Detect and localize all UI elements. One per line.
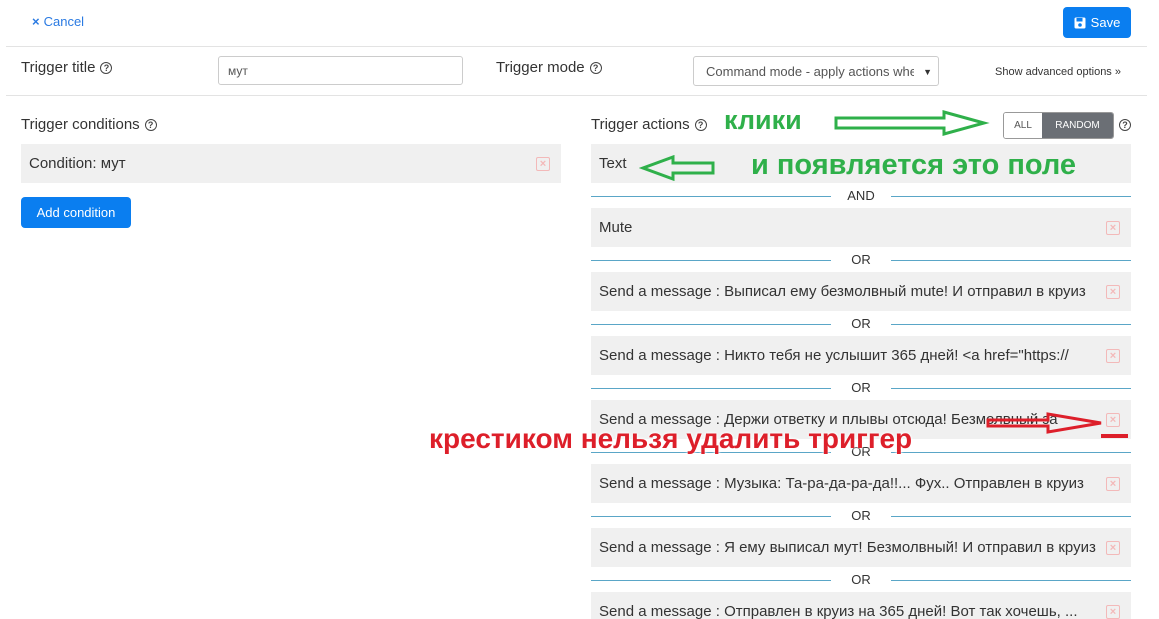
help-icon[interactable]: ? — [589, 61, 602, 74]
remove-icon[interactable]: × — [1106, 349, 1120, 363]
action-label: Send a message : Выписал ему безмолвный … — [599, 283, 1086, 300]
action-label: Send a message : Никто тебя не услышит 3… — [599, 347, 1069, 364]
help-icon[interactable]: ? — [144, 118, 157, 131]
trigger-conditions-text: Trigger conditions — [21, 116, 140, 133]
cancel-label: Cancel — [43, 14, 85, 29]
red-underline — [1101, 434, 1128, 438]
add-condition-button[interactable]: Add condition — [21, 197, 131, 228]
action-item[interactable]: Send a message : Я ему выписал мут! Безм… — [591, 528, 1131, 567]
separator-line — [891, 516, 1131, 517]
remove-icon[interactable]: × — [536, 157, 550, 171]
close-icon: × — [32, 14, 40, 29]
trigger-mode-label: Trigger mode ? — [496, 59, 602, 76]
save-label: Save — [1090, 15, 1121, 30]
show-advanced-options-link[interactable]: Show advanced options » — [995, 66, 1121, 78]
divider — [6, 46, 1147, 47]
cancel-link[interactable]: × Cancel — [32, 14, 84, 29]
or-separator: OR — [591, 252, 1131, 268]
or-separator: OR — [591, 380, 1131, 396]
separator-label: OR — [851, 508, 871, 523]
separator-line — [891, 452, 1131, 453]
separator-label: OR — [851, 316, 871, 331]
separator-label: OR — [851, 572, 871, 587]
remove-icon[interactable]: × — [1106, 413, 1120, 427]
trigger-actions-text: Trigger actions — [591, 116, 690, 133]
floppy-disk-icon — [1074, 17, 1086, 28]
and-separator: AND — [591, 188, 1131, 204]
trigger-actions-label: Trigger actions ? — [591, 116, 707, 133]
remove-icon[interactable]: × — [1106, 477, 1120, 491]
separator-line — [891, 388, 1131, 389]
trigger-title-input[interactable]: мут — [218, 56, 463, 85]
action-label: Send a message : Я ему выписал мут! Безм… — [599, 539, 1096, 556]
arrow-right-icon — [834, 110, 990, 136]
separator-line — [591, 516, 831, 517]
save-button[interactable]: Save — [1063, 7, 1131, 38]
condition-item[interactable]: Condition: мут × — [21, 144, 561, 183]
remove-icon[interactable]: × — [1106, 221, 1120, 235]
condition-label: Condition: мут — [29, 155, 126, 172]
annotation-field-appears: и появляется это поле — [751, 149, 1077, 181]
or-separator: OR — [591, 316, 1131, 332]
trigger-title-label: Trigger title ? — [21, 59, 113, 76]
separator-line — [891, 196, 1131, 197]
toggle-all-option[interactable]: ALL — [1004, 113, 1042, 138]
action-item[interactable]: Send a message : Отправлен в круиз на 36… — [591, 592, 1131, 619]
annotation-cannot-delete: крестиком нельзя удалить триггер — [429, 423, 913, 454]
trigger-mode-value: Command mode - apply actions when — [706, 64, 914, 79]
all-random-toggle[interactable]: ALL RANDOM — [1003, 112, 1114, 139]
separator-label: OR — [851, 252, 871, 267]
action-item[interactable]: Send a message : Музыка: Та-ра-да-ра-да!… — [591, 464, 1131, 503]
separator-line — [591, 388, 831, 389]
action-item[interactable]: Send a message : Никто тебя не услышит 3… — [591, 336, 1131, 375]
separator-line — [591, 196, 831, 197]
caret-down-icon: ▼ — [923, 67, 932, 77]
action-label: Mute — [599, 219, 633, 236]
or-separator: OR — [591, 572, 1131, 588]
help-icon[interactable]: ? — [100, 61, 113, 74]
remove-icon[interactable]: × — [1106, 285, 1120, 299]
trigger-conditions-label: Trigger conditions ? — [21, 116, 157, 133]
arrow-right-icon — [986, 412, 1102, 434]
divider — [6, 95, 1147, 96]
action-label: Send a message : Музыка: Та-ра-да-ра-да!… — [599, 475, 1084, 492]
trigger-title-text: Trigger title — [21, 59, 96, 76]
action-item[interactable]: Mute × — [591, 208, 1131, 247]
help-icon[interactable]: ? — [694, 118, 707, 131]
separator-line — [591, 324, 831, 325]
or-separator: OR — [591, 508, 1131, 524]
help-icon[interactable]: ? — [1119, 119, 1131, 131]
trigger-mode-select[interactable]: Command mode - apply actions when ▼ — [693, 56, 939, 86]
separator-line — [591, 260, 831, 261]
remove-icon[interactable]: × — [1106, 605, 1120, 619]
separator-line — [891, 580, 1131, 581]
action-item[interactable]: Send a message : Выписал ему безмолвный … — [591, 272, 1131, 311]
separator-line — [891, 260, 1131, 261]
separator-line — [591, 580, 831, 581]
remove-icon[interactable]: × — [1106, 541, 1120, 555]
annotation-clicks: клики — [724, 105, 802, 135]
toggle-random-option[interactable]: RANDOM — [1042, 113, 1113, 138]
separator-line — [891, 324, 1131, 325]
action-label: Send a message : Отправлен в круиз на 36… — [599, 603, 1078, 619]
action-label: Text — [599, 155, 627, 172]
separator-label: OR — [851, 380, 871, 395]
trigger-mode-text: Trigger mode — [496, 59, 585, 76]
separator-label: AND — [847, 188, 875, 203]
arrow-left-icon — [639, 155, 715, 181]
